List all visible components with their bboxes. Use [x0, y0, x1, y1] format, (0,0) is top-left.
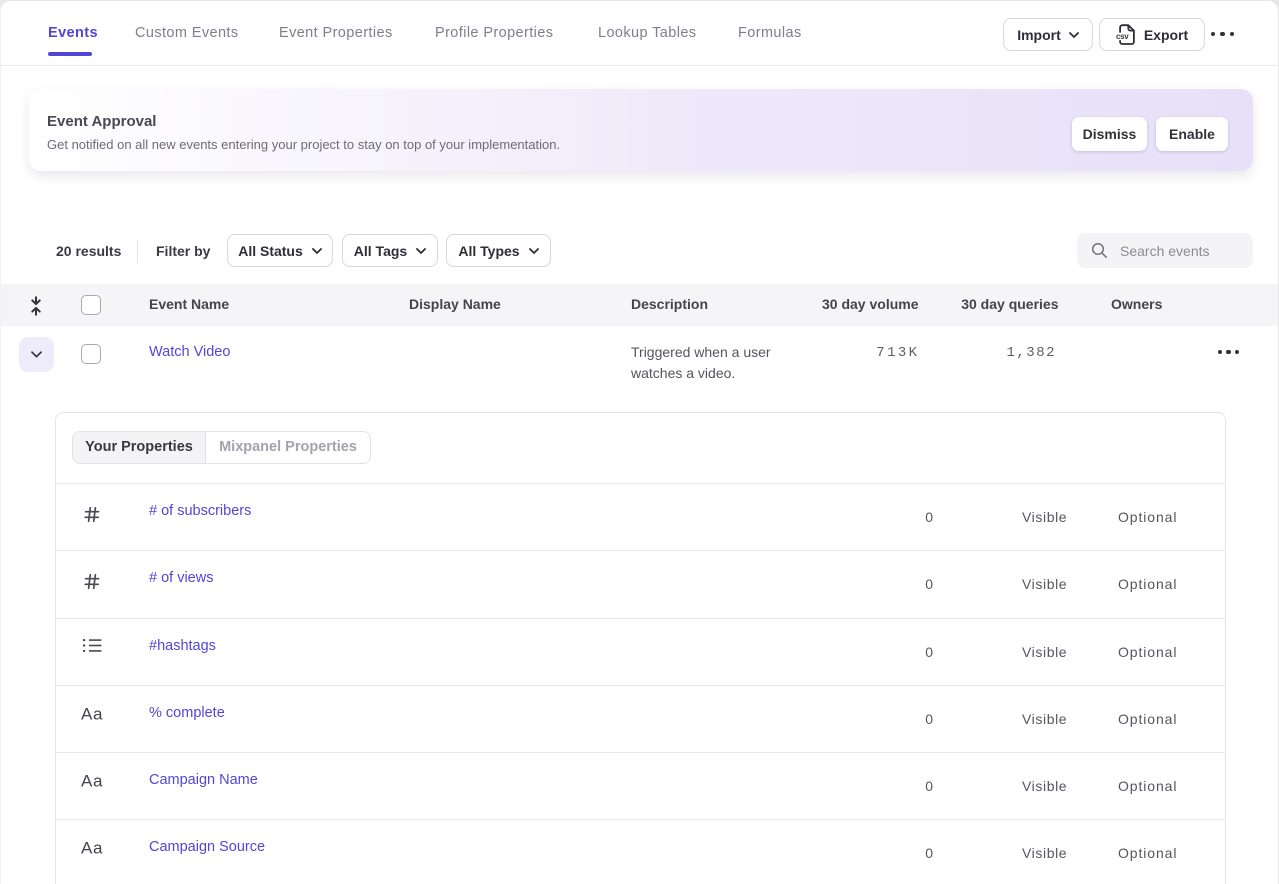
svg-text:csv: csv: [1116, 32, 1129, 41]
